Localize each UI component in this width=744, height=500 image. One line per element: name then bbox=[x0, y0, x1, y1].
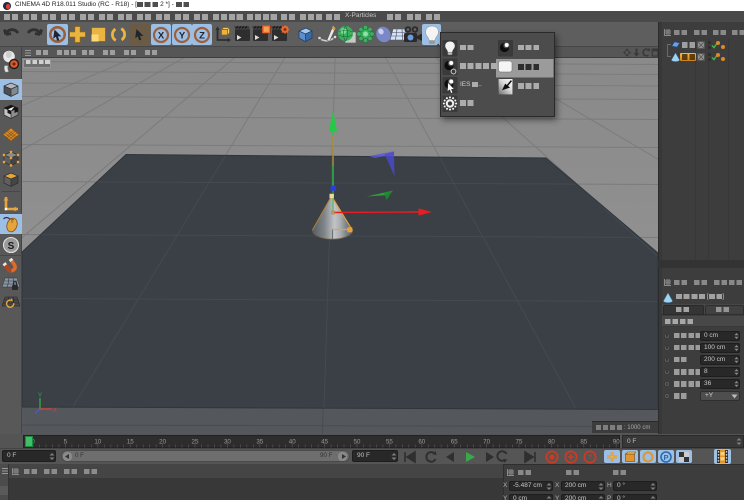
svg-text:Z: Z bbox=[199, 30, 205, 41]
svg-text:X: X bbox=[158, 30, 165, 41]
svg-text:X: X bbox=[53, 408, 57, 414]
svg-text:Y: Y bbox=[38, 393, 42, 399]
svg-text:S: S bbox=[8, 241, 15, 252]
svg-text:?: ? bbox=[588, 454, 592, 461]
svg-text:Y: Y bbox=[178, 30, 185, 41]
svg-text:P: P bbox=[663, 453, 668, 462]
